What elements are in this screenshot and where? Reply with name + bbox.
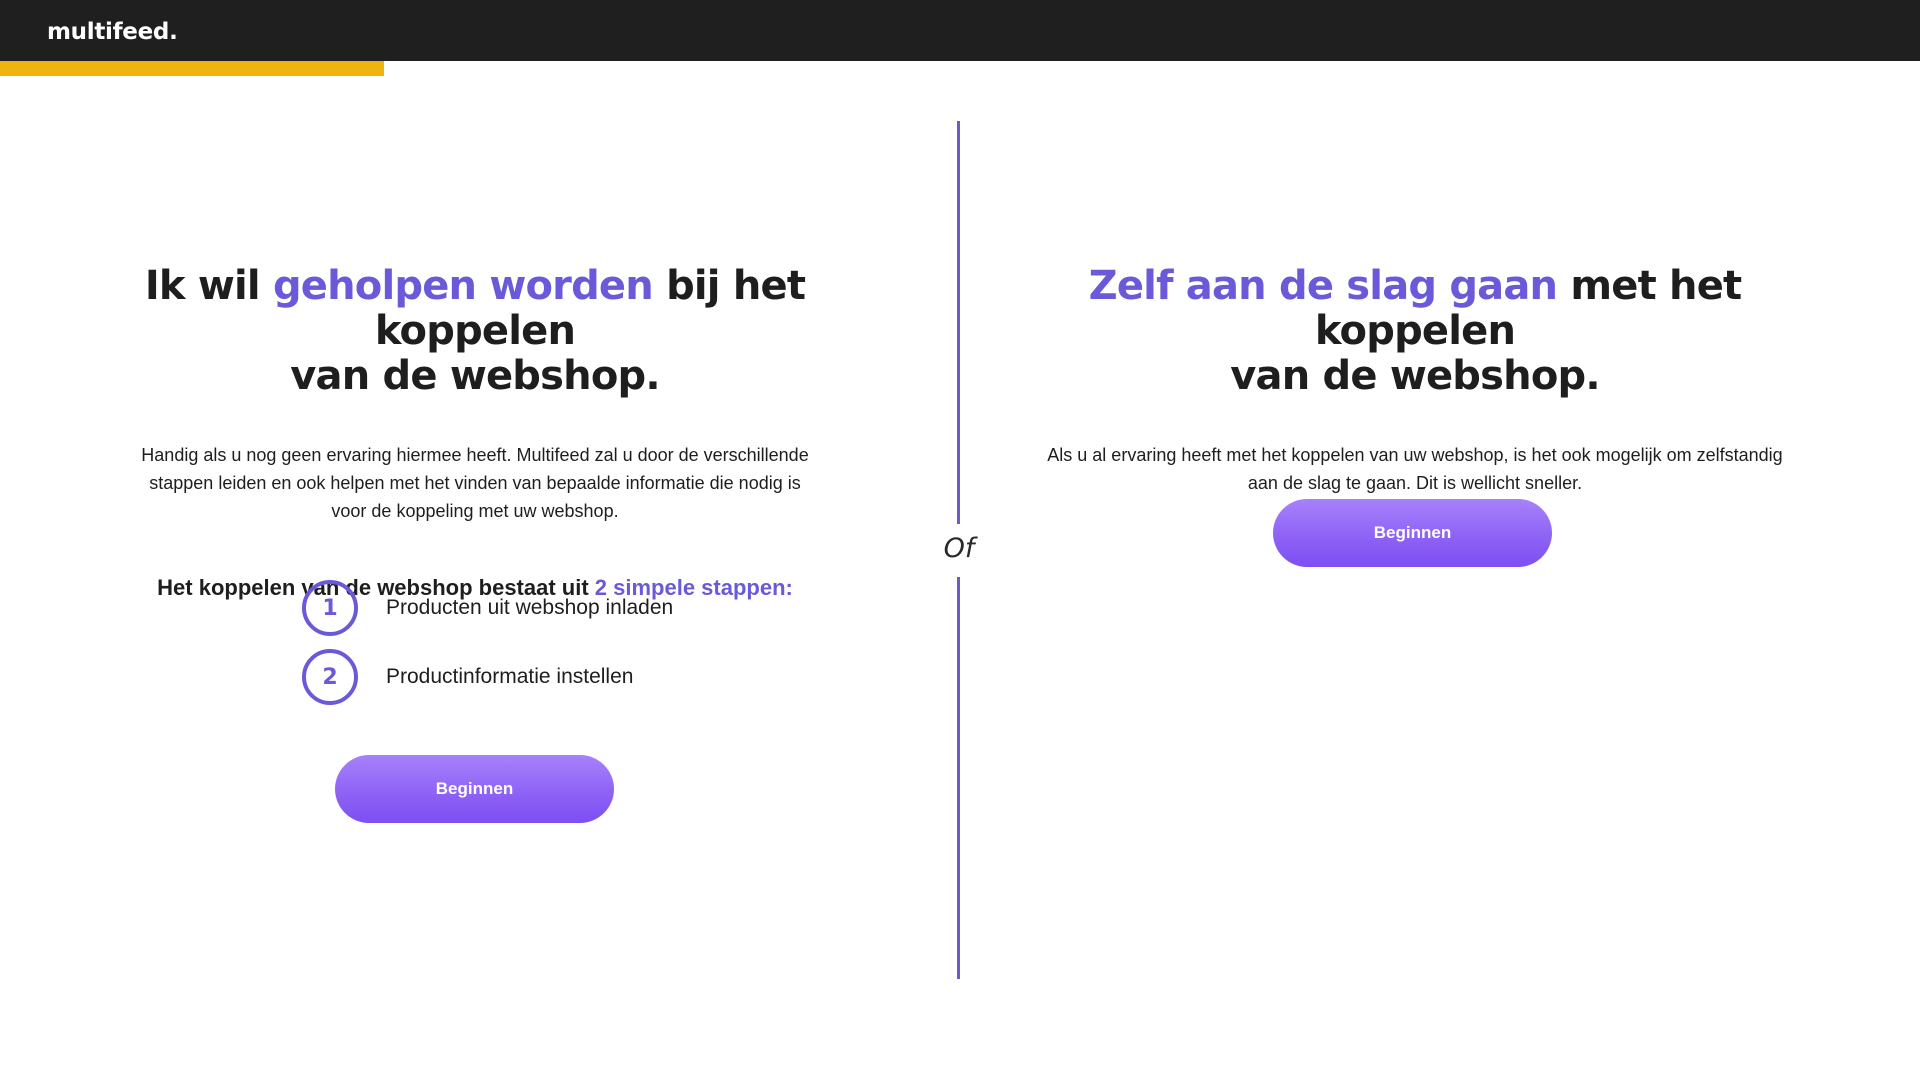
heading-accent-text: geholpen worden — [272, 263, 654, 309]
divider-line-top — [957, 121, 960, 524]
self-service-option-heading: Zelf aan de slag gaan met het koppelen va… — [1000, 264, 1830, 399]
divider-line-bottom — [957, 577, 960, 979]
step-number-badge: 2 — [302, 649, 358, 705]
step-label: Producten uit webshop inladen — [386, 596, 674, 619]
step-item: 1 Producten uit webshop inladen — [302, 580, 722, 636]
step-number-badge: 1 — [302, 580, 358, 636]
assisted-begin-button[interactable]: Beginnen — [335, 755, 614, 823]
assisted-option-panel: Ik wil geholpen worden bij het koppelen v… — [60, 264, 890, 705]
self-service-begin-button[interactable]: Beginnen — [1273, 499, 1552, 567]
top-bar: multifeed. — [0, 0, 1920, 61]
progress-bar-fill — [0, 61, 384, 76]
heading-text: Ik wil — [144, 263, 273, 309]
assisted-option-heading: Ik wil geholpen worden bij het koppelen v… — [60, 264, 890, 399]
heading-text: van de webshop. — [1230, 353, 1600, 399]
step-item: 2 Productinformatie instellen — [302, 649, 722, 705]
heading-accent-text: Zelf aan de slag gaan — [1088, 263, 1558, 309]
self-service-option-panel: Zelf aan de slag gaan met het koppelen va… — [1000, 264, 1830, 497]
steps-list: 1 Producten uit webshop inladen 2 Produc… — [302, 580, 722, 718]
step-label: Productinformatie instellen — [386, 665, 634, 688]
self-service-option-description: Als u al ervaring heeft met het koppelen… — [1047, 445, 1783, 493]
heading-text: van de webshop. — [290, 353, 660, 399]
logo[interactable]: multifeed. — [47, 19, 178, 45]
assisted-option-description: Handig als u nog geen ervaring hiermee h… — [141, 445, 809, 521]
progress-bar — [0, 61, 1920, 76]
or-label: Of — [943, 533, 975, 564]
